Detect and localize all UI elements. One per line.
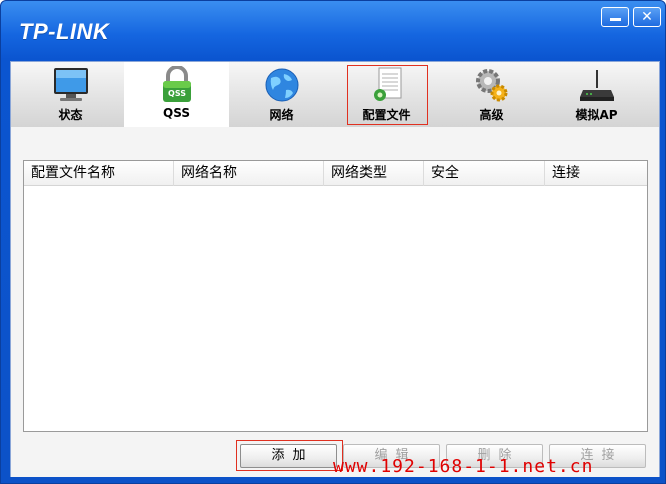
monitor-icon [53, 68, 88, 101]
tab-qss[interactable]: QSS QSS [124, 62, 229, 128]
tab-label: 网络 [269, 108, 294, 122]
column-header-network-type[interactable]: 网络类型 [324, 161, 424, 186]
list-header: 配置文件名称 网络名称 网络类型 安全 连接 [24, 161, 647, 186]
minimize-icon [609, 17, 621, 21]
tab-label: 模拟AP [575, 108, 618, 122]
column-header-connect[interactable]: 连接 [545, 161, 646, 186]
column-header-security[interactable]: 安全 [424, 161, 545, 186]
lock-icon: QSS [162, 66, 191, 102]
router-icon [579, 70, 614, 101]
qss-badge-text: QSS [168, 89, 186, 98]
column-header-network-name[interactable]: 网络名称 [174, 161, 324, 186]
tab-soft-ap[interactable]: 模拟AP [544, 62, 649, 128]
column-header-profile-name[interactable]: 配置文件名称 [24, 161, 174, 186]
tab-label: 高级 [479, 108, 504, 122]
app-window: TP-LINK ✕ 状态 QSS QSS 网络 配置文件 高级 模拟AP 配置文… [0, 0, 666, 484]
watermark-text: www.192-168-1-1.net.cn [333, 456, 594, 477]
close-icon: ✕ [641, 9, 653, 25]
tab-bar: 状态 QSS QSS 网络 配置文件 高级 模拟AP [10, 61, 660, 128]
tab-network[interactable]: 网络 [229, 62, 334, 128]
tab-label: QSS [163, 106, 190, 120]
add-button[interactable]: 添加 [240, 444, 337, 468]
close-button[interactable]: ✕ [633, 7, 661, 27]
brand-logo: TP-LINK [19, 19, 110, 44]
tab-status[interactable]: 状态 [18, 62, 123, 128]
tab-label: 状态 [58, 108, 83, 122]
profile-panel: 配置文件名称 网络名称 网络类型 安全 连接 添加 编辑 删除 连接 [10, 127, 660, 477]
tab-highlight-box [347, 65, 428, 125]
globe-icon [265, 68, 298, 102]
profile-list[interactable]: 配置文件名称 网络名称 网络类型 安全 连接 [23, 160, 648, 432]
minimize-button[interactable] [601, 7, 629, 27]
gears-icon [475, 69, 507, 102]
tab-advanced[interactable]: 高级 [439, 62, 544, 128]
